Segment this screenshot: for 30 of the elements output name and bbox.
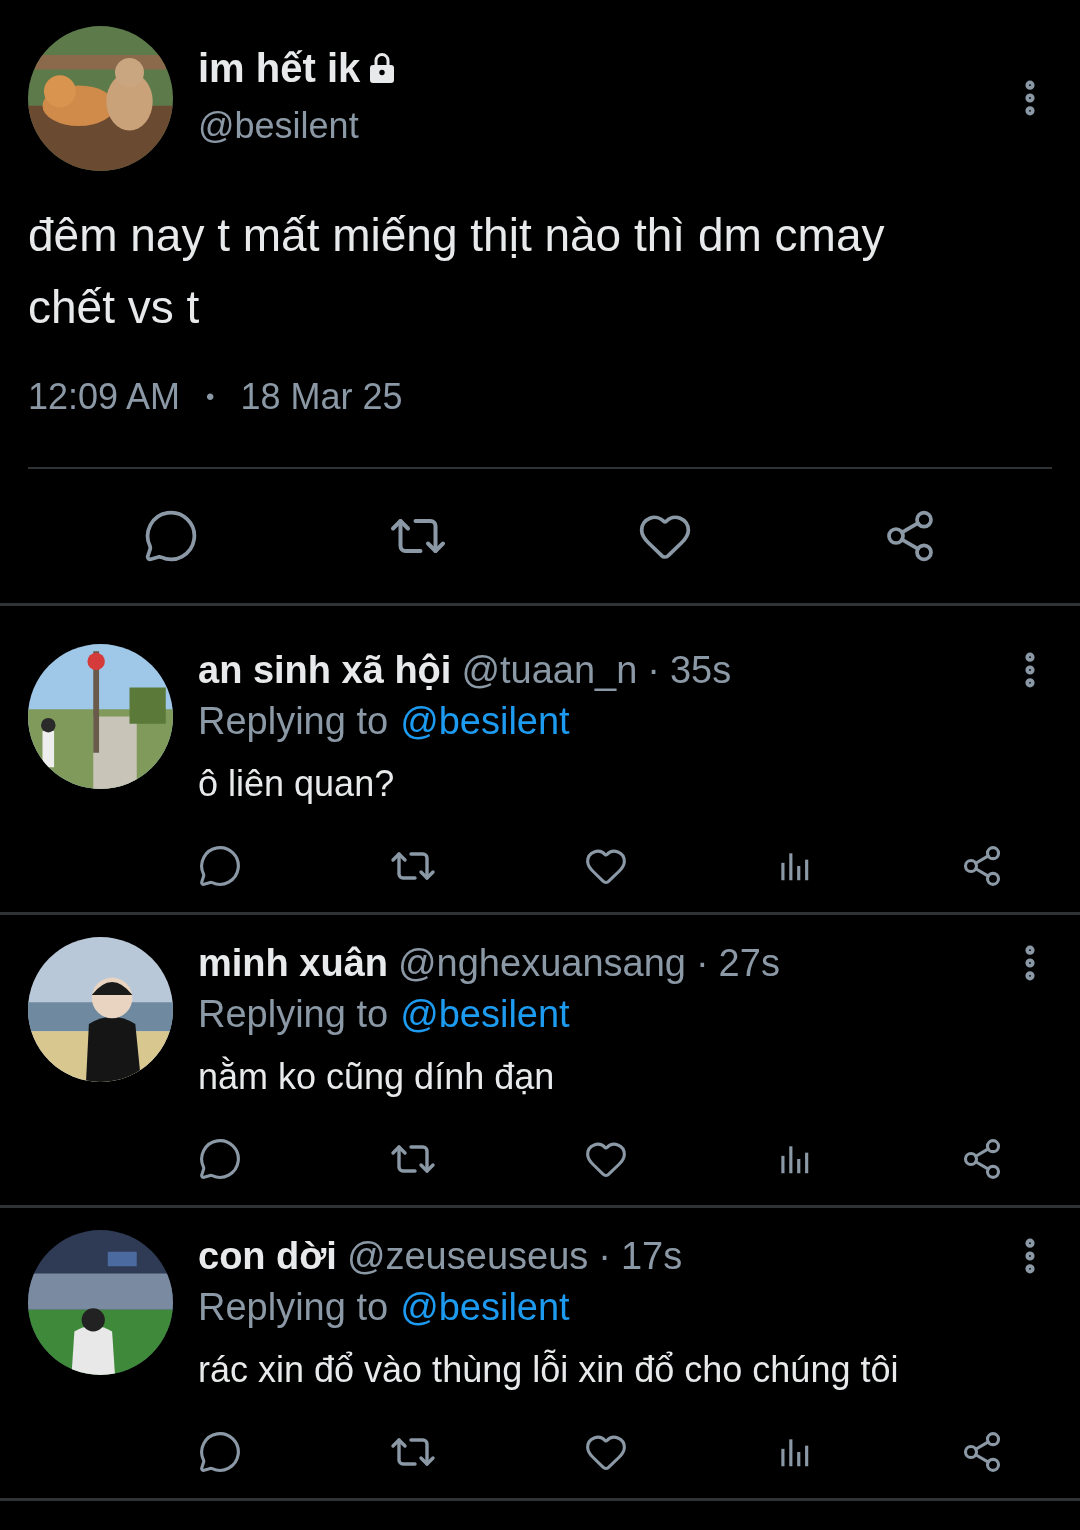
post-date: 18 Mar 25 (240, 375, 403, 419)
username: @tuaan_n (461, 648, 638, 693)
reply-age: 27s (718, 941, 780, 986)
replying-label: Replying to (198, 699, 389, 744)
username: @besilent (198, 104, 360, 148)
reply-text: nằm ko cũng dính đạn (198, 1055, 556, 1099)
reply-age: 17s (620, 1234, 683, 1279)
reply-text: ô liên quan? (198, 762, 396, 806)
post-time: 12:09 AM (28, 375, 181, 419)
separator-dot: · (647, 648, 660, 693)
separator-dot: · (695, 941, 709, 986)
tweet-text: đêm nay t mất miếng thịt nào thì dm cmay chết vs t (28, 208, 886, 335)
mention-link[interactable]: @besilent (400, 696, 570, 746)
display-name: an sinh xã hội (198, 648, 452, 693)
replying-label: Replying to (198, 1285, 389, 1330)
reply-text: rác xin đổ vào thùng lỗi xin đổ cho chúng tôi (198, 1348, 900, 1392)
reply-age: 35s (670, 648, 732, 693)
separator-dot: • (206, 382, 215, 412)
mention-link[interactable]: @besilent (400, 989, 570, 1039)
replying-label: Replying to (198, 992, 389, 1037)
separator-dot: · (598, 1234, 611, 1279)
display-name: minh xuân (198, 941, 389, 986)
mention-link[interactable]: @besilent (400, 1282, 570, 1332)
username: @nghexuansang (398, 941, 686, 986)
display-name: im hết ik (198, 45, 361, 92)
display-name: con dời (198, 1234, 337, 1279)
reply-icon[interactable] (198, 1137, 242, 1181)
reply-icon[interactable] (198, 1430, 242, 1474)
reply-icon[interactable] (198, 844, 242, 888)
username: @zeuseuseus (346, 1234, 589, 1279)
